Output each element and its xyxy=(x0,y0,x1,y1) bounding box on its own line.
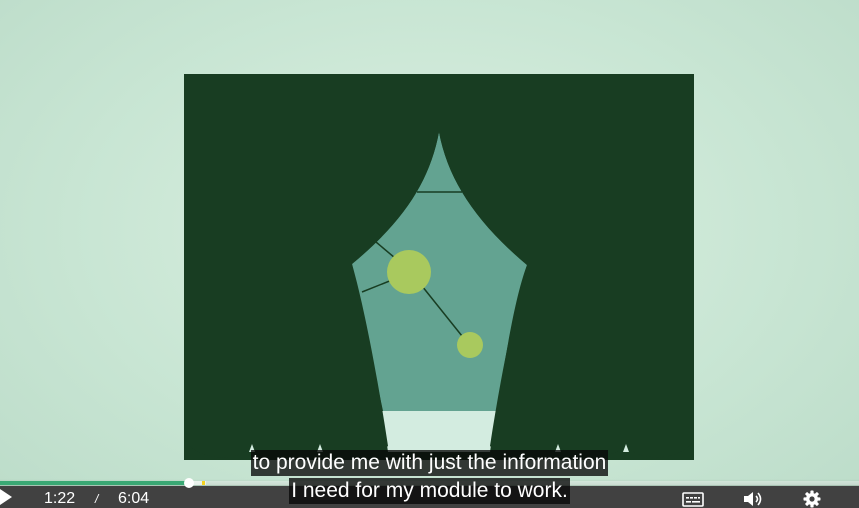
window-floor xyxy=(382,411,496,452)
time-separator: / xyxy=(95,492,99,506)
progress-bar[interactable] xyxy=(0,478,859,488)
small-node xyxy=(457,332,483,358)
volume-icon[interactable] xyxy=(742,490,764,508)
video-frame xyxy=(184,74,694,460)
closed-captions-icon[interactable] xyxy=(682,490,704,508)
progress-scrubber-handle[interactable] xyxy=(184,478,194,488)
large-node xyxy=(387,250,431,294)
video-player[interactable]: to provide me with just the information … xyxy=(0,0,859,508)
play-icon[interactable] xyxy=(0,489,12,505)
duration: 6:04 xyxy=(118,490,150,507)
progress-played xyxy=(0,481,189,485)
progress-marker xyxy=(202,481,205,485)
gear-icon[interactable] xyxy=(802,490,822,508)
current-time: 1:22 xyxy=(44,490,76,507)
